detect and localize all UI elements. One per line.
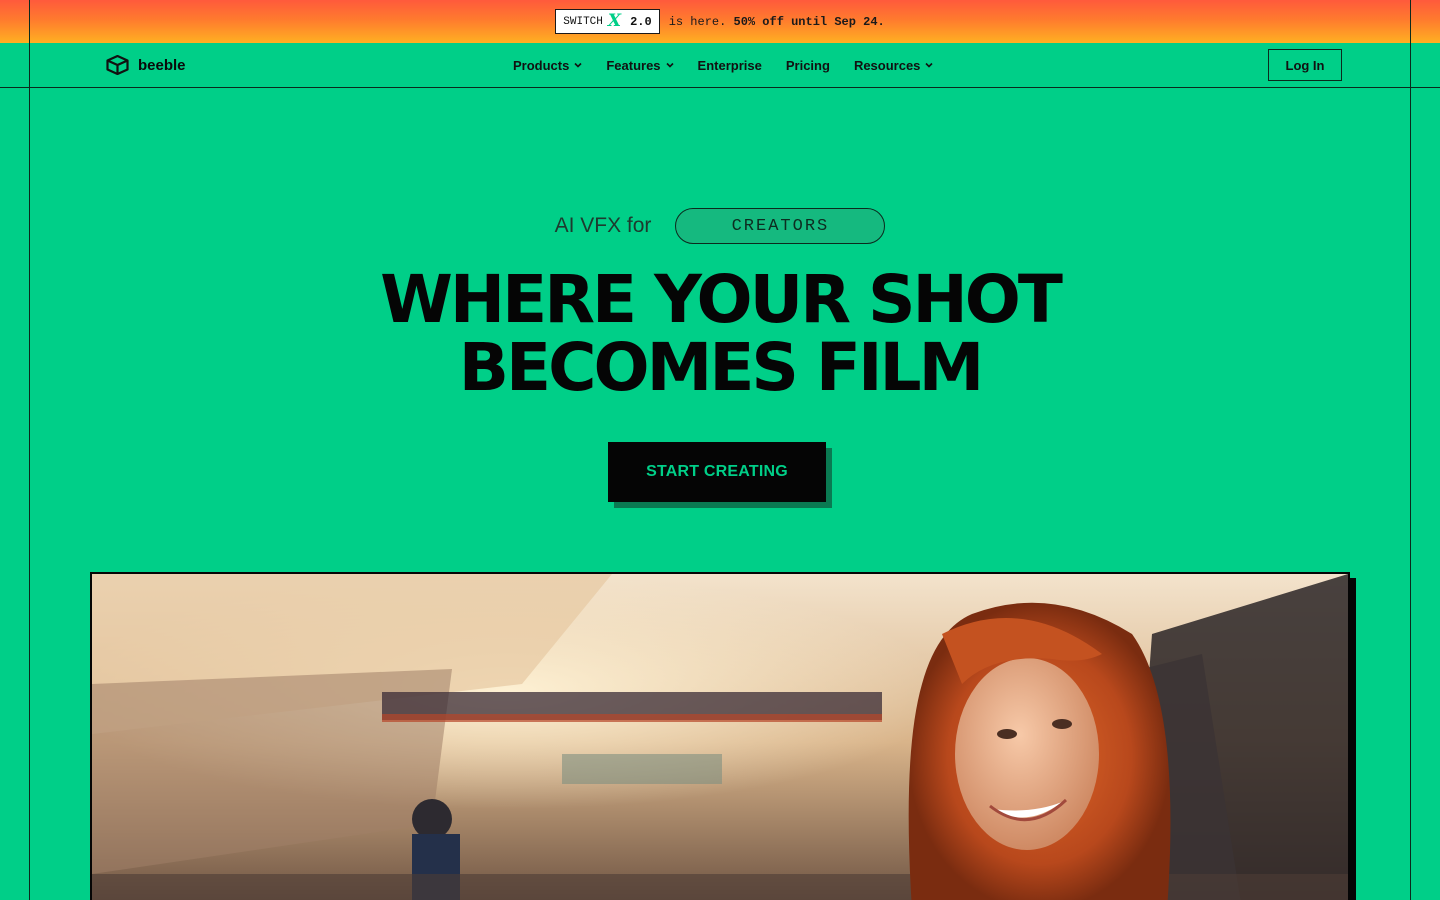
menu-item-label: Products bbox=[513, 57, 570, 73]
right-guide-line bbox=[1410, 0, 1411, 900]
menu-item-label: Resources bbox=[853, 57, 921, 73]
headline-line-2: BECOMES FILM bbox=[458, 329, 985, 406]
menu-item-enterprise[interactable]: Enterprise bbox=[698, 58, 762, 73]
start-creating-button[interactable]: START CREATING bbox=[608, 442, 826, 502]
hero-tagline: AI VFX for CREATORS bbox=[0, 208, 1440, 244]
brand-name: beeble bbox=[138, 56, 186, 74]
menu-item-label: Pricing bbox=[785, 57, 830, 73]
menu-item-products[interactable]: Products bbox=[513, 58, 582, 73]
cube-logo-icon bbox=[106, 55, 129, 75]
menu-item-pricing[interactable]: Pricing bbox=[786, 58, 830, 73]
switchx-badge[interactable]: SWITCH X 2.0 bbox=[555, 9, 660, 34]
login-button[interactable]: Log In bbox=[1268, 49, 1342, 81]
chevron-down-icon bbox=[925, 62, 933, 68]
badge-version: 2.0 bbox=[630, 14, 652, 29]
chevron-down-icon bbox=[574, 62, 582, 68]
cta-wrapper: START CREATING bbox=[608, 442, 832, 508]
x-mark-icon: X bbox=[607, 11, 622, 31]
badge-word: SWITCH bbox=[563, 15, 603, 28]
headline-line-1: WHERE YOUR SHOT bbox=[380, 261, 1063, 338]
menu-item-label: Enterprise bbox=[697, 57, 762, 73]
hero-photo-image bbox=[92, 574, 1348, 900]
hero-media-frame[interactable] bbox=[90, 572, 1350, 900]
promo-banner[interactable]: SWITCH X 2.0 is here. 50% off until Sep … bbox=[0, 0, 1440, 43]
promo-text-prefix: is here. bbox=[668, 14, 727, 29]
top-nav: beeble Products Features Enterprise Pric… bbox=[0, 43, 1440, 88]
tagline-rotating-word: CREATORS bbox=[675, 208, 886, 244]
hero-headline: WHERE YOUR SHOT BECOMES FILM bbox=[0, 266, 1440, 402]
menu-item-resources[interactable]: Resources bbox=[854, 58, 933, 73]
brand-logo-link[interactable]: beeble bbox=[106, 55, 186, 75]
tagline-prefix: AI VFX for bbox=[554, 214, 652, 237]
promo-offer: 50% off until Sep 24. bbox=[733, 14, 885, 29]
left-guide-line bbox=[29, 0, 30, 900]
main-menu: Products Features Enterprise Pricing Res… bbox=[513, 43, 933, 87]
menu-item-features[interactable]: Features bbox=[606, 57, 674, 73]
chevron-down-icon bbox=[665, 62, 674, 68]
menu-item-label: Features bbox=[606, 57, 661, 73]
promo-text: is here. 50% off until Sep 24. bbox=[669, 15, 885, 29]
